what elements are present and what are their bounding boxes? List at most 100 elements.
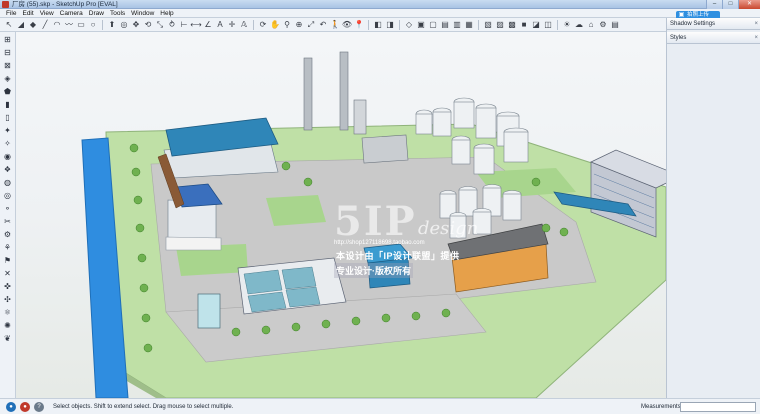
- menu-camera[interactable]: Camera: [57, 9, 86, 17]
- circle-icon[interactable]: ○: [88, 20, 98, 30]
- paint-bucket-icon[interactable]: ◆: [28, 20, 38, 30]
- hidden-line-icon[interactable]: ▩: [507, 20, 517, 30]
- layout-icon[interactable]: ▤: [610, 20, 620, 30]
- close-button[interactable]: ✕: [738, 0, 760, 9]
- eraser-icon[interactable]: ◢: [16, 20, 26, 30]
- toolbar-separator: [557, 19, 558, 30]
- orbit-icon[interactable]: ⟳: [258, 20, 268, 30]
- geo-location-icon[interactable]: ●: [6, 402, 16, 412]
- walk-icon[interactable]: 🚶: [330, 20, 340, 30]
- palette-tool-17-icon[interactable]: ⚘: [2, 243, 14, 253]
- display-section-icon[interactable]: ◨: [385, 20, 395, 30]
- menu-help[interactable]: Help: [157, 9, 176, 17]
- section-plane-icon[interactable]: ◧: [373, 20, 383, 30]
- offset-icon[interactable]: ◎: [119, 20, 129, 30]
- menu-tools[interactable]: Tools: [107, 9, 128, 17]
- menu-draw[interactable]: Draw: [86, 9, 107, 17]
- palette-tool-13-icon[interactable]: ◎: [2, 191, 14, 201]
- warehouse-icon[interactable]: ⌂: [586, 20, 596, 30]
- top-view-icon[interactable]: ▣: [416, 20, 426, 30]
- extension-icon[interactable]: ⚙: [598, 20, 608, 30]
- palette-tool-12-icon[interactable]: ◍: [2, 178, 14, 188]
- palette-tool-16-icon[interactable]: ⚙: [2, 230, 14, 240]
- tower-2: [339, 51, 349, 131]
- look-around-icon[interactable]: 👁: [342, 20, 352, 30]
- menu-bar: File Edit View Camera Draw Tools Window …: [0, 9, 760, 18]
- tray-panel-close-icon[interactable]: ×: [754, 18, 758, 30]
- palette-tool-19-icon[interactable]: ✕: [2, 269, 14, 279]
- menu-view[interactable]: View: [37, 9, 57, 17]
- minimize-button[interactable]: –: [706, 0, 722, 9]
- axes-icon[interactable]: ✛: [227, 20, 237, 30]
- menu-file[interactable]: File: [3, 9, 19, 17]
- textured-icon[interactable]: ◪: [531, 20, 541, 30]
- line-icon[interactable]: ╱: [40, 20, 50, 30]
- palette-tool-22-icon[interactable]: ⚛: [2, 308, 14, 318]
- arc-icon[interactable]: ◠: [52, 20, 62, 30]
- zoom-extents-icon[interactable]: ⤢: [306, 20, 316, 30]
- wireframe-icon[interactable]: ▨: [495, 20, 505, 30]
- back-view-icon[interactable]: ▥: [452, 20, 462, 30]
- model-viewport[interactable]: 5IP design http://shop127118698.taobao.c…: [16, 32, 666, 398]
- right-view-icon[interactable]: ▤: [440, 20, 450, 30]
- follow-me-icon[interactable]: ⥁: [167, 20, 177, 30]
- pan-icon[interactable]: ✋: [270, 20, 280, 30]
- credits-icon[interactable]: ●: [20, 402, 30, 412]
- menu-edit[interactable]: Edit: [19, 9, 36, 17]
- menu-window[interactable]: Window: [128, 9, 157, 17]
- palette-tool-18-icon[interactable]: ⚑: [2, 256, 14, 266]
- move-icon[interactable]: ✥: [131, 20, 141, 30]
- palette-tool-2-icon[interactable]: ⊟: [2, 48, 14, 58]
- tray-panel-styles[interactable]: Styles ×: [667, 32, 760, 44]
- palette-tool-15-icon[interactable]: ✂: [2, 217, 14, 227]
- palette-tool-3-icon[interactable]: ⊠: [2, 61, 14, 71]
- palette-tool-7-icon[interactable]: ▯: [2, 113, 14, 123]
- measurements-field[interactable]: [680, 402, 756, 412]
- model-scene: [81, 51, 666, 398]
- tape-icon[interactable]: ⊢: [179, 20, 189, 30]
- tray-panel-close-icon[interactable]: ×: [754, 32, 758, 44]
- previous-view-icon[interactable]: ↶: [318, 20, 328, 30]
- palette-tool-5-icon[interactable]: ⬟: [2, 87, 14, 97]
- shadow-icon[interactable]: ☀: [562, 20, 572, 30]
- lawn-center: [266, 195, 326, 226]
- monochrome-icon[interactable]: ◫: [543, 20, 553, 30]
- scale-icon[interactable]: ⤡: [155, 20, 165, 30]
- palette-tool-6-icon[interactable]: ▮: [2, 100, 14, 110]
- xray-icon[interactable]: ▧: [483, 20, 493, 30]
- left-tool-palette: ⊞ ⊟ ⊠ ◈ ⬟ ▮ ▯ ✦ ✧ ◉ ❖ ◍ ◎ ⚬ ✂ ⚙ ⚘ ⚑ ✕ ✜ ✣ ⚛ ✺ ❦: [0, 32, 16, 398]
- toolbar-separator: [102, 19, 103, 30]
- push-pull-icon[interactable]: ⬆: [107, 20, 117, 30]
- 3d-text-icon[interactable]: 𝔸: [239, 20, 249, 30]
- maximize-button[interactable]: □: [722, 0, 738, 9]
- iso-view-icon[interactable]: ◇: [404, 20, 414, 30]
- rotate-icon[interactable]: ⟲: [143, 20, 153, 30]
- palette-tool-9-icon[interactable]: ✧: [2, 139, 14, 149]
- left-view-icon[interactable]: ▦: [464, 20, 474, 30]
- zoom-icon[interactable]: ⚲: [282, 20, 292, 30]
- palette-tool-11-icon[interactable]: ❖: [2, 165, 14, 175]
- fog-icon[interactable]: ☁: [574, 20, 584, 30]
- select-icon[interactable]: ↖: [4, 20, 14, 30]
- front-view-icon[interactable]: ▢: [428, 20, 438, 30]
- position-camera-icon[interactable]: 📍: [354, 20, 364, 30]
- shaded-icon[interactable]: ■: [519, 20, 529, 30]
- palette-tool-14-icon[interactable]: ⚬: [2, 204, 14, 214]
- palette-tool-10-icon[interactable]: ◉: [2, 152, 14, 162]
- palette-tool-4-icon[interactable]: ◈: [2, 74, 14, 84]
- zoom-window-icon[interactable]: ⊕: [294, 20, 304, 30]
- window-controls: – □ ✕: [706, 0, 760, 9]
- rectangle-icon[interactable]: ▭: [76, 20, 86, 30]
- palette-tool-23-icon[interactable]: ✺: [2, 321, 14, 331]
- palette-tool-8-icon[interactable]: ✦: [2, 126, 14, 136]
- text-icon[interactable]: A: [215, 20, 225, 30]
- instructor-icon[interactable]: ?: [34, 402, 44, 412]
- palette-tool-1-icon[interactable]: ⊞: [2, 35, 14, 45]
- palette-tool-20-icon[interactable]: ✜: [2, 282, 14, 292]
- freehand-icon[interactable]: 〰: [64, 20, 74, 30]
- tray-panel-shadow-settings[interactable]: Shadow Settings ×: [667, 18, 760, 30]
- dimension-icon[interactable]: ⟷: [190, 20, 201, 30]
- protractor-icon[interactable]: ∠: [203, 20, 213, 30]
- palette-tool-21-icon[interactable]: ✣: [2, 295, 14, 305]
- palette-tool-24-icon[interactable]: ❦: [2, 334, 14, 344]
